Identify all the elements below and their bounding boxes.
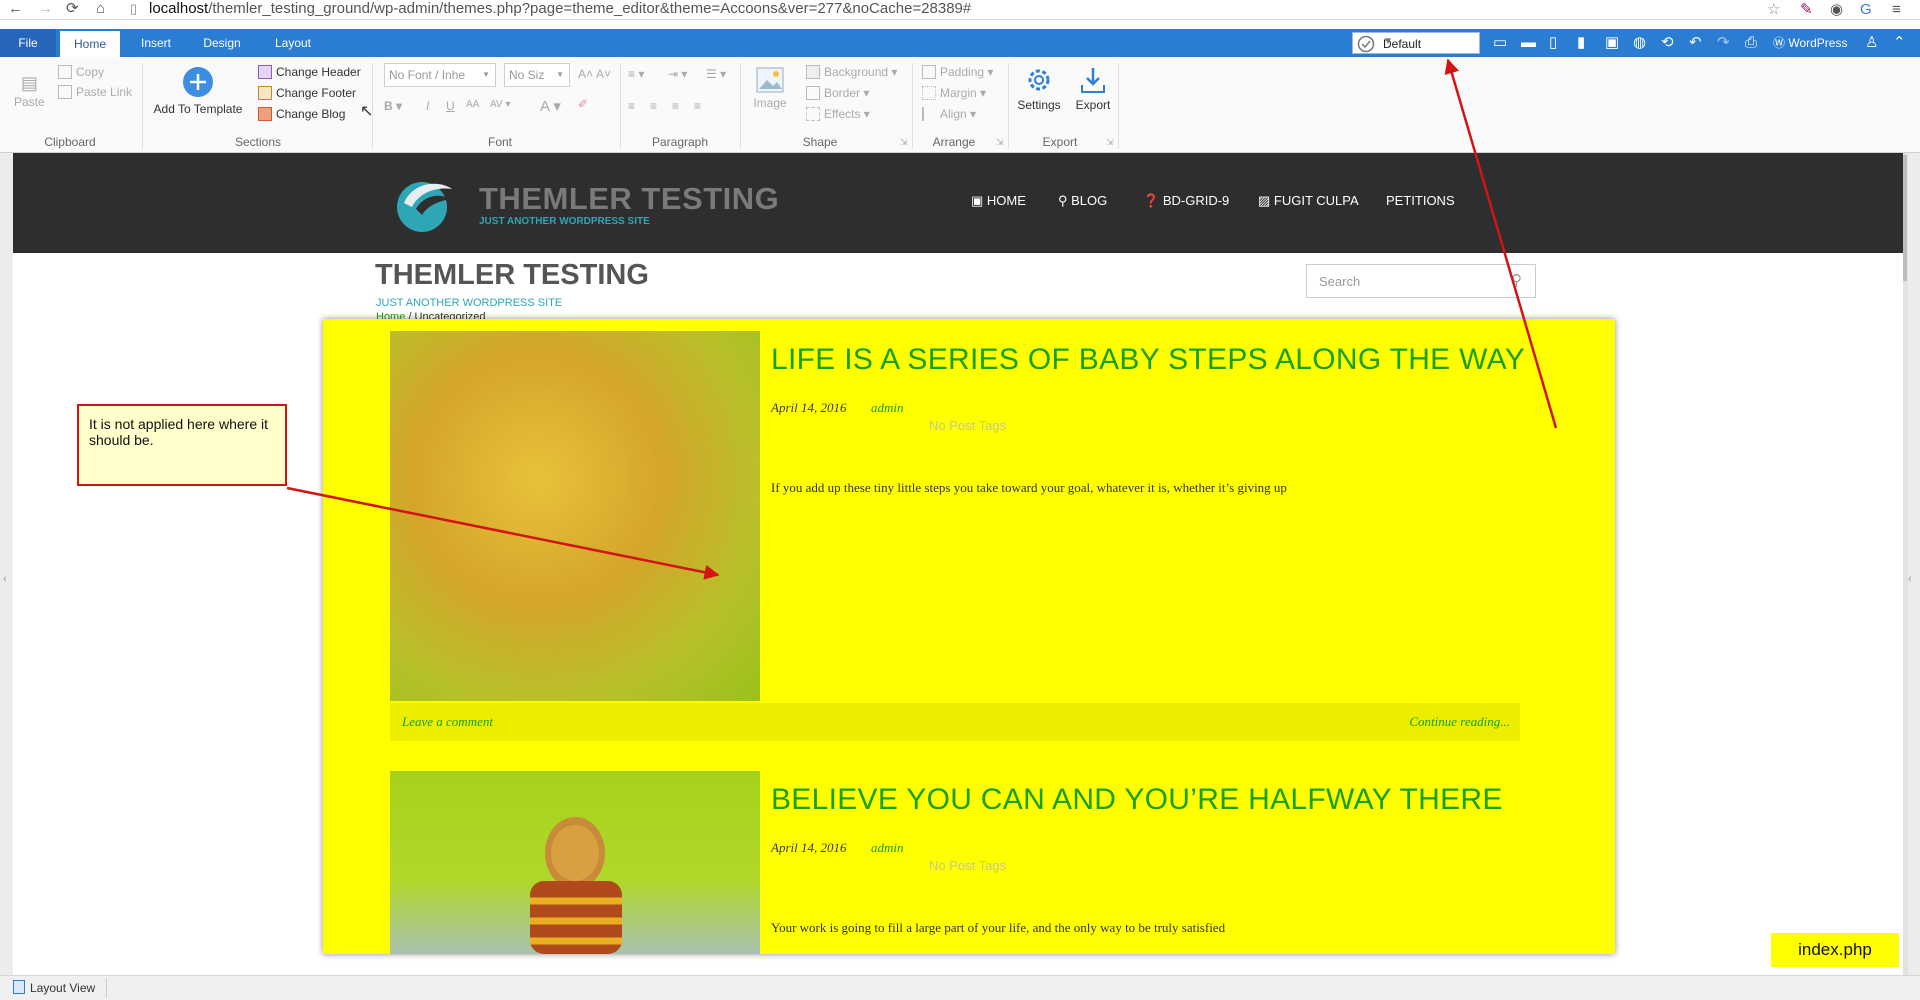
file-name-badge: index.php [1771,933,1899,967]
annotation-callout: It is not applied here where it should b… [77,404,287,486]
preset-arrow [1444,58,1558,429]
annotation-arrows [286,58,1558,580]
callout-arrow [286,486,720,580]
